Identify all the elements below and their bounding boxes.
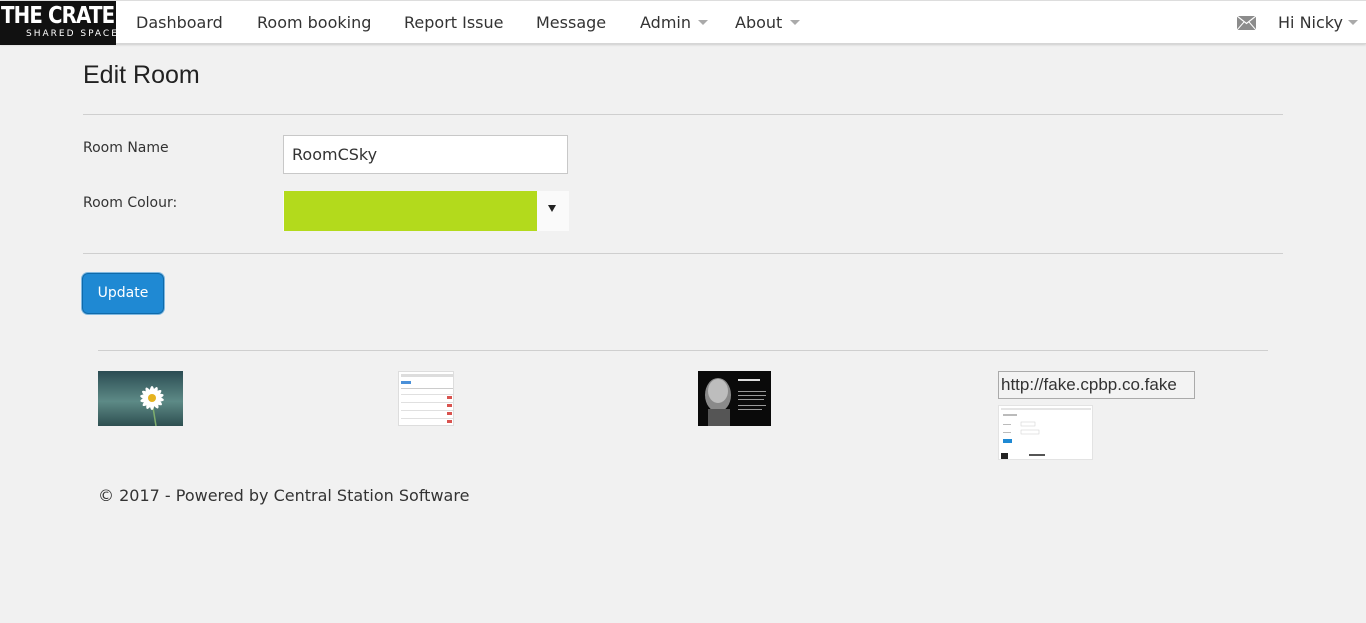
divider [83,114,1283,115]
top-navbar: THE CRATE SHARED SPACE Dashboard Room bo… [0,0,1366,45]
form-screenshot-image[interactable] [998,405,1093,460]
brand-line1: THE CRATE [1,3,115,29]
brand-logo[interactable]: THE CRATE SHARED SPACE [0,1,116,45]
brand-line2: SHARED SPACE [26,29,116,39]
user-chevron-down-icon[interactable] [1348,20,1358,25]
page-title: Edit Room [83,61,200,89]
nav-message[interactable]: Message [536,1,606,45]
user-menu[interactable]: Hi Nicky [1278,1,1343,45]
about-chevron-down-icon[interactable] [790,20,800,25]
admin-chevron-down-icon[interactable] [698,20,708,25]
update-button[interactable]: Update [82,273,164,314]
room-colour-swatch[interactable] [284,191,537,231]
mail-icon[interactable] [1236,15,1257,31]
room-name-label: Room Name [83,140,169,156]
nav-dashboard[interactable]: Dashboard [136,1,223,45]
divider [83,253,1283,254]
portrait-quote-image[interactable] [698,371,771,426]
room-colour-picker[interactable] [283,191,569,231]
nav-about[interactable]: About [735,1,782,45]
room-colour-label: Room Colour: [83,195,178,211]
table-screenshot-image[interactable] [398,371,454,426]
broken-image[interactable]: http://fake.cpbp.co.fake [998,371,1195,399]
colour-dropdown-arrow-icon[interactable] [548,205,556,212]
footer-divider [98,350,1268,351]
daisy-image[interactable] [98,371,183,426]
footer-text: © 2017 - Powered by Central Station Soft… [98,486,470,505]
broken-image-alt-text: http://fake.cpbp.co.fake [1001,375,1177,394]
nav-report-issue[interactable]: Report Issue [404,1,504,45]
nav-room-booking[interactable]: Room booking [257,1,371,45]
nav-admin[interactable]: Admin [640,1,691,45]
room-name-input[interactable]: RoomCSky [283,135,568,174]
